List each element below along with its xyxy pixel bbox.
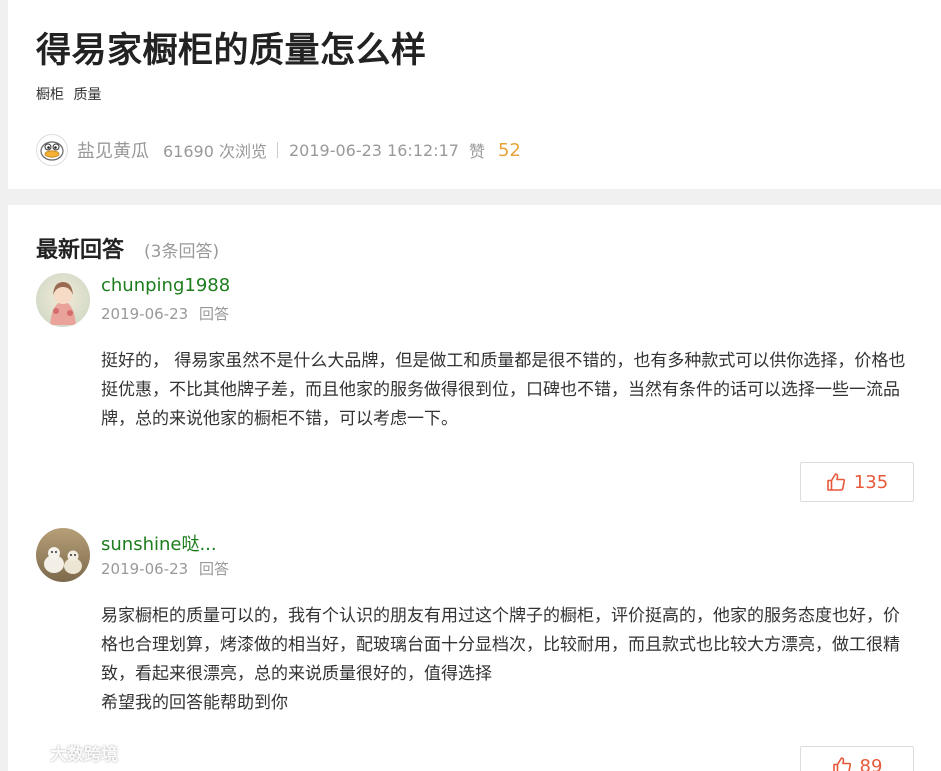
zan-count: 52: [497, 139, 521, 161]
answers-count: (3条回答): [144, 242, 220, 262]
speech-bubble-logo-icon: [12, 742, 46, 762]
answer-action: 回答: [198, 560, 229, 578]
like-button[interactable]: 135: [800, 462, 914, 502]
meta-divider: [277, 142, 278, 158]
watermark-text: 大数跨境: [50, 745, 118, 765]
answer-date: 2019-06-23: [101, 305, 189, 323]
duck-avatar-icon: [40, 141, 64, 161]
question-date: 2019-06-23 16:12:17: [289, 140, 459, 160]
answer-content-extra: 希望我的回答能帮助到你: [101, 693, 288, 713]
like-count: 135: [853, 471, 889, 493]
view-count: 61690 次浏览: [163, 142, 267, 161]
answer-meta: 2019-06-23 回答: [101, 558, 229, 579]
answer-content: 挺好的， 得易家虽然不是什么大品牌，但是做工和质量都是很不错的，也有多种款式可以…: [101, 351, 906, 429]
question-meta: 盐见黄瓜 61690 次浏览 2019-06-23 16:12:17 赞 52: [36, 133, 521, 167]
question-title: 得易家橱柜的质量怎么样: [36, 31, 427, 71]
answer-meta: 2019-06-23 回答: [101, 303, 229, 324]
answers-card: 最新回答 (3条回答) chunping1988 2019-06-23 回答 挺…: [8, 205, 941, 771]
question-card: 得易家橱柜的质量怎么样 橱柜 质量 盐见黄瓜 61690 次浏览 2019-06…: [8, 0, 941, 189]
author-avatar[interactable]: [36, 134, 68, 166]
watermark: 大数跨境: [10, 740, 118, 765]
answer-action: 回答: [198, 305, 229, 323]
answer-content-wrap: 易家橱柜的质量可以的，我有个认识的朋友有用过这个牌子的橱柜，评价挺高的，他家的服…: [101, 602, 916, 718]
thumbs-up-icon: [832, 757, 851, 771]
thumbs-up-icon: [827, 473, 845, 491]
answer-username[interactable]: sunshine哒...: [101, 530, 217, 556]
user-avatar-image: [36, 528, 90, 582]
answers-section-title: 最新回答: [36, 238, 125, 263]
answer-username[interactable]: chunping1988: [101, 275, 230, 296]
zan-label[interactable]: 赞: [469, 138, 485, 162]
author-name[interactable]: 盐见黄瓜: [77, 137, 149, 163]
avatar[interactable]: [36, 273, 90, 327]
like-count: 89: [859, 755, 883, 771]
avatar[interactable]: [36, 528, 90, 582]
answers-header: 最新回答 (3条回答): [36, 232, 219, 264]
user-avatar-image: [36, 273, 90, 327]
tag-item[interactable]: 橱柜: [36, 87, 64, 103]
like-button[interactable]: 89: [800, 746, 914, 771]
tag-item[interactable]: 质量: [73, 87, 101, 103]
question-tags: 橱柜 质量: [36, 84, 101, 104]
answer-date: 2019-06-23: [101, 560, 189, 578]
answer-content: 易家橱柜的质量可以的，我有个认识的朋友有用过这个牌子的橱柜，评价挺高的，他家的服…: [101, 606, 900, 684]
